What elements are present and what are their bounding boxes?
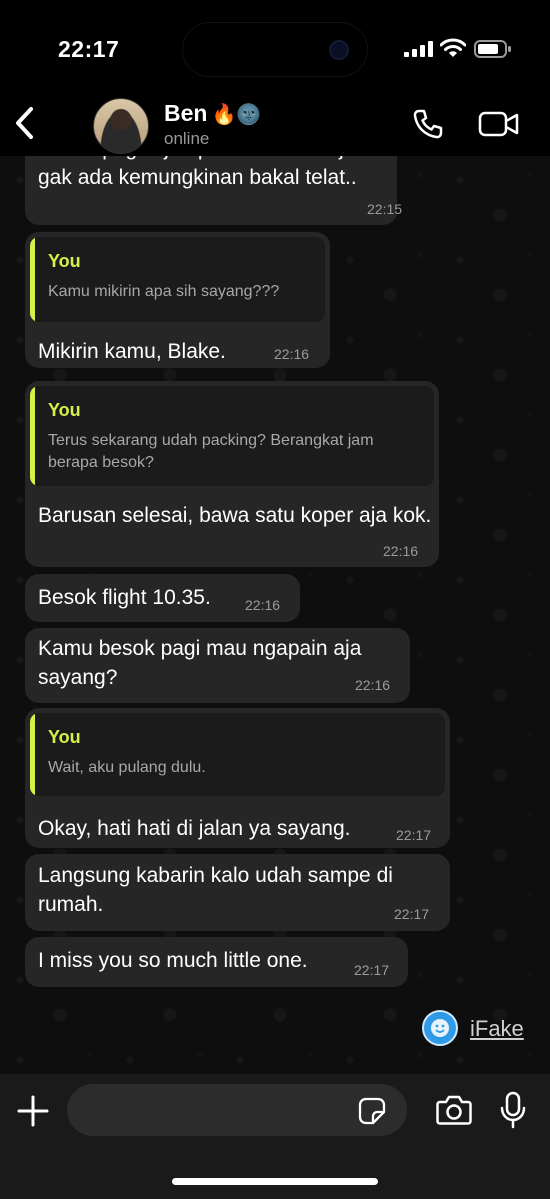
message-time: 22:17: [396, 827, 432, 843]
message-text: Besok flight 10.35.: [38, 586, 211, 609]
wifi-icon: [440, 38, 466, 57]
contact-status: online: [164, 129, 210, 148]
quote-author: You: [48, 727, 81, 747]
message-bubble[interactable]: Kamu besok pagi mau ngapain aja sayang? …: [25, 628, 410, 703]
dynamic-island: [182, 22, 368, 77]
message-bubble[interactable]: You Kamu mikirin apa sih sayang??? Mikir…: [25, 232, 330, 368]
message-input[interactable]: [67, 1084, 407, 1136]
contact-name-emoji: 🔥🌚: [211, 104, 262, 126]
compose-bar: [0, 1074, 550, 1199]
message-time: 22:16: [245, 597, 281, 613]
quote-text: Kamu mikirin apa sih sayang???: [48, 283, 280, 300]
camera-icon[interactable]: [436, 1094, 472, 1126]
quote-accent-bar: [30, 386, 35, 486]
message-text: Besok pagi dijemput James kok jadi gak a…: [38, 156, 372, 189]
message-time: 22:17: [354, 962, 390, 978]
message-list[interactable]: Besok pagi dijemput James kok jadi gak a…: [0, 156, 550, 1074]
contact-avatar[interactable]: [93, 98, 149, 154]
quoted-message[interactable]: You Wait, aku pulang dulu.: [30, 713, 445, 796]
chat-header: Ben 🔥🌚 online: [0, 96, 550, 156]
sticker-icon[interactable]: [358, 1097, 386, 1125]
message-bubble[interactable]: You Wait, aku pulang dulu. Okay, hati ha…: [25, 708, 450, 848]
quote-accent-bar: [30, 713, 35, 796]
message-time: 22:16: [355, 677, 391, 693]
message-bubble[interactable]: You Terus sekarang udah packing? Berangk…: [25, 381, 439, 567]
status-time: 22:17: [58, 36, 120, 62]
quote-text: Terus sekarang udah packing? Berangkat j…: [48, 432, 374, 471]
battery-icon: [474, 40, 511, 58]
quote-accent-bar: [30, 237, 35, 322]
message-text: Kamu besok pagi mau ngapain aja sayang?: [38, 637, 362, 689]
back-icon[interactable]: [12, 106, 38, 140]
message-text: Okay, hati hati di jalan ya sayang.: [38, 817, 351, 840]
video-call-icon[interactable]: [478, 110, 520, 138]
message-text: I miss you so much little one.: [38, 949, 308, 972]
quote-author: You: [48, 400, 81, 420]
cellular-signal-icon: [404, 41, 433, 57]
contact-name-text: Ben: [164, 100, 208, 126]
message-time: 22:16: [274, 346, 310, 362]
message-text: Langsung kabarin kalo udah sampe di ruma…: [38, 864, 393, 916]
message-bubble[interactable]: Langsung kabarin kalo udah sampe di ruma…: [25, 854, 450, 931]
ifake-watermark: iFake: [422, 1010, 532, 1046]
watermark-logo-icon: [422, 1010, 458, 1046]
message-text: Barusan selesai, bawa satu koper aja kok…: [38, 504, 432, 527]
message-time: 22:17: [394, 906, 430, 922]
microphone-icon[interactable]: [500, 1091, 526, 1129]
quoted-message[interactable]: You Kamu mikirin apa sih sayang???: [30, 237, 325, 322]
message-time: 22:16: [383, 543, 419, 559]
quoted-message[interactable]: You Terus sekarang udah packing? Berangk…: [30, 386, 434, 486]
quote-author: You: [48, 251, 81, 271]
watermark-text: iFake: [470, 1016, 524, 1041]
message-text: Mikirin kamu, Blake.: [38, 340, 226, 363]
message-bubble[interactable]: Besok pagi dijemput James kok jadi gak a…: [25, 156, 402, 225]
status-bar: 22:17: [0, 0, 550, 96]
call-icon[interactable]: [412, 108, 444, 140]
plus-icon[interactable]: [16, 1094, 50, 1128]
message-bubble[interactable]: I miss you so much little one. 22:17: [25, 937, 408, 987]
quote-text: Wait, aku pulang dulu.: [48, 759, 206, 776]
contact-name[interactable]: Ben 🔥🌚: [164, 100, 261, 127]
front-camera-icon: [329, 40, 349, 60]
message-bubble[interactable]: Besok flight 10.35. 22:16: [25, 574, 300, 622]
home-indicator[interactable]: [172, 1178, 378, 1185]
message-time: 22:15: [367, 201, 403, 217]
